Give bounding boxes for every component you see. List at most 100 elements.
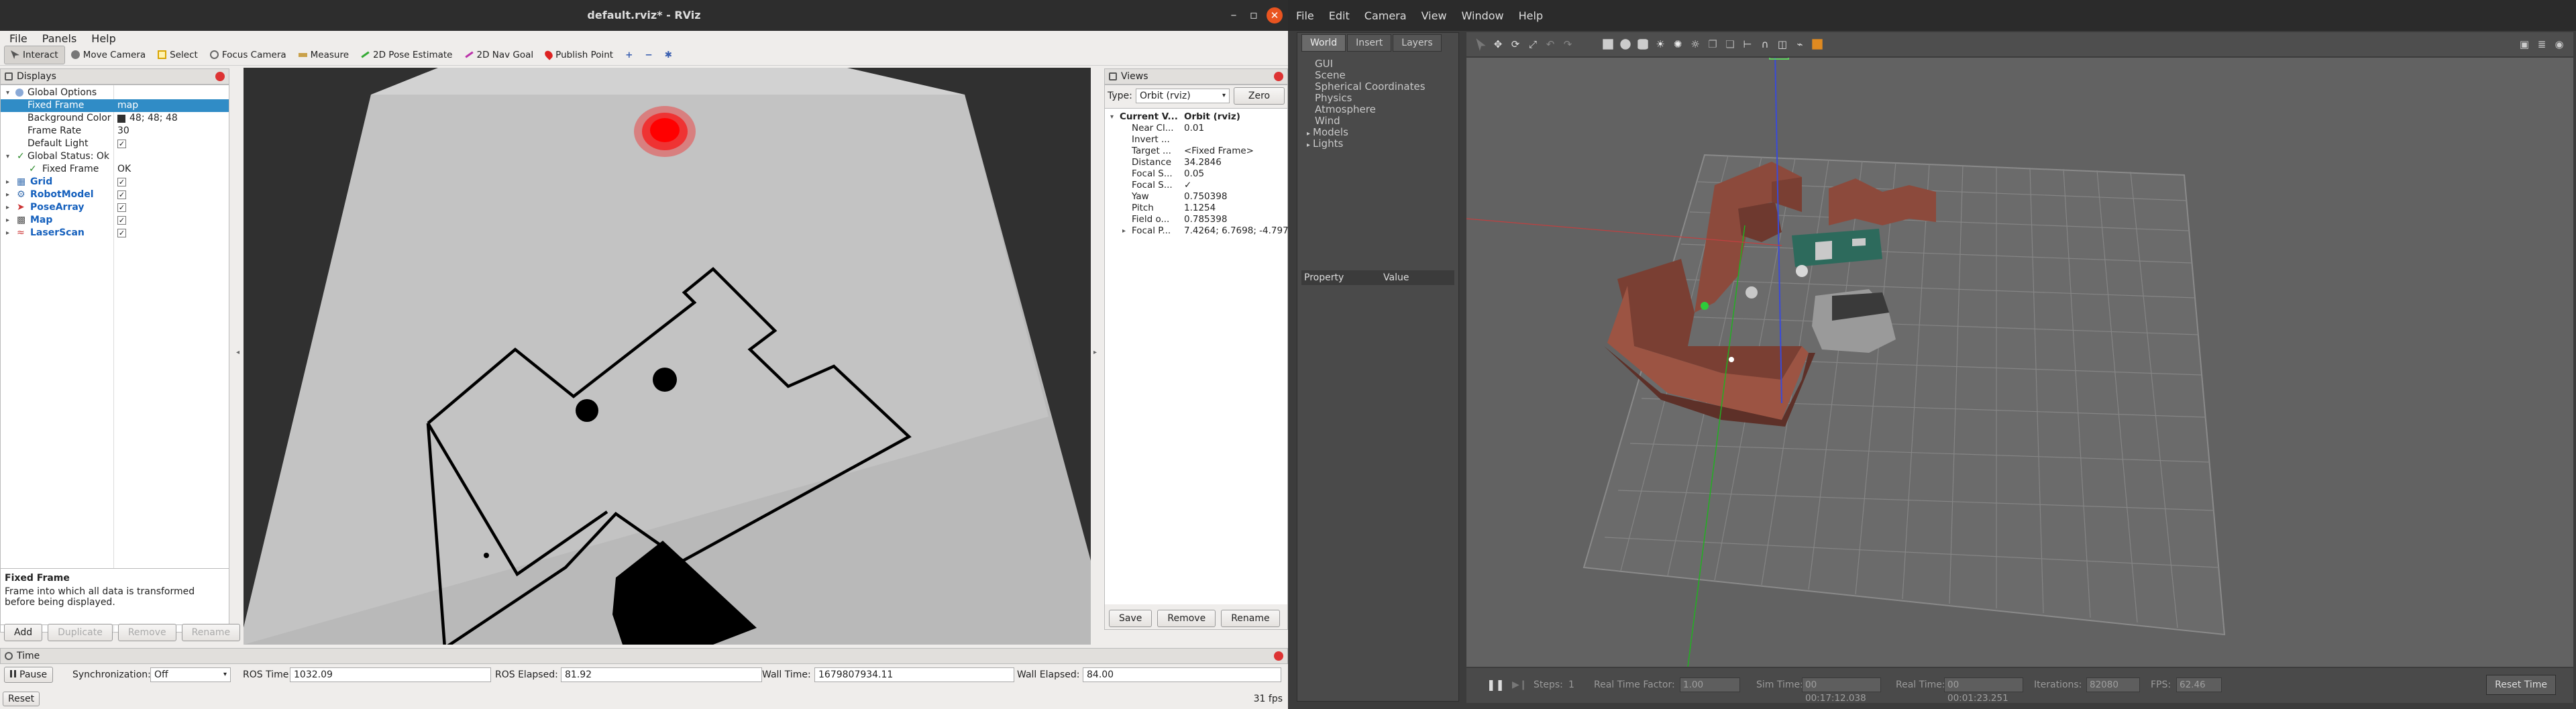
world-item-spherical-coordinates[interactable]: Spherical Coordinates [1307, 81, 1454, 93]
tool-focus-camera[interactable]: Focus Camera [204, 46, 292, 64]
expand-icon[interactable]: ▸ [6, 188, 9, 201]
tree-row-global-status[interactable]: ▾ ✓ Global Status: Ok [1, 150, 229, 163]
close-icon[interactable]: ✕ [1267, 7, 1283, 23]
displays-tree[interactable]: ▾ Global Options Fixed Frame map Backgroun… [0, 85, 229, 633]
reset-time-button[interactable]: Reset Time [2486, 675, 2556, 695]
view-row-field-of-view[interactable]: Field o... 0.785398 [1105, 214, 1287, 225]
gazebo-3d-scene[interactable] [1466, 58, 2573, 667]
world-tree[interactable]: GUI Scene Spherical Coordinates Physics … [1307, 58, 1454, 150]
view-row-focal-point[interactable]: ▸ Focal P... 7.4264; 6.7698; -4.797 [1105, 225, 1289, 237]
tree-row-robotmodel[interactable]: ▸ ⚙ RobotModel ✓ [1, 188, 229, 201]
tool-settings-icon[interactable]: ✱ [659, 46, 678, 64]
render-view[interactable] [244, 68, 1091, 645]
point-light-icon[interactable]: ✺ [1670, 37, 1685, 52]
checkbox[interactable]: ✓ [117, 190, 126, 199]
spot-light-icon[interactable]: ☼ [1688, 37, 1703, 52]
gz-menu-camera[interactable]: Camera [1364, 9, 1407, 22]
close-panel-icon[interactable] [1274, 72, 1283, 81]
reset-button[interactable]: Reset [3, 692, 40, 706]
expand-icon[interactable]: ▸ [6, 227, 9, 239]
rename-button[interactable]: Rename [181, 624, 241, 641]
box-shape-icon[interactable] [1603, 39, 1613, 50]
tree-row-background-color[interactable]: Background Color 48; 48; 48 [1, 112, 229, 125]
screenshot-icon[interactable]: ▣ [2517, 37, 2532, 52]
tree-row-fixed-frame-status[interactable]: ✓ Fixed Frame OK [1, 163, 229, 176]
zero-button[interactable]: Zero [1234, 87, 1285, 105]
view-row-near-clip[interactable]: Near Cl... 0.01 [1105, 123, 1287, 134]
color-swatch[interactable] [117, 115, 125, 123]
tree-row-grid[interactable]: ▸ ▦ Grid ✓ [1, 176, 229, 188]
wall-time-field[interactable]: 1679807934.11 [814, 667, 1014, 682]
tool-2d-nav-goal[interactable]: 2D Nav Goal [459, 46, 540, 64]
close-panel-icon[interactable] [215, 72, 225, 81]
checkbox[interactable]: ✓ [117, 140, 126, 148]
tree-row-map[interactable]: ▸ ▩ Map ✓ [1, 214, 229, 227]
video-record-icon[interactable]: ◉ [2552, 37, 2567, 52]
remove-view-button[interactable]: Remove [1157, 610, 1216, 627]
step-icon[interactable]: ▶❙ [1512, 677, 1527, 692]
tool-select[interactable]: Select [152, 46, 204, 64]
remove-tool-button[interactable]: − [639, 46, 658, 64]
tree-row-laserscan[interactable]: ▸ ≈ LaserScan ✓ [1, 227, 229, 239]
expand-icon[interactable]: ▾ [6, 150, 9, 163]
expand-icon[interactable]: ▸ [1122, 225, 1126, 237]
expand-icon[interactable]: ▸ [6, 176, 9, 188]
scale-mode-icon[interactable]: ⤢ [1525, 37, 1540, 52]
orange-record-icon[interactable] [1812, 39, 1823, 50]
sun-light-icon[interactable]: ☀ [1653, 37, 1668, 52]
view-row-pitch[interactable]: Pitch 1.1254 [1105, 203, 1287, 214]
expand-icon[interactable]: ▸ [1307, 142, 1310, 149]
expand-icon[interactable]: ▾ [6, 87, 9, 99]
plot-icon[interactable]: ⌁ [1792, 37, 1807, 52]
gz-menu-help[interactable]: Help [1519, 9, 1543, 22]
remove-button[interactable]: Remove [117, 624, 176, 641]
tab-world[interactable]: World [1301, 34, 1346, 52]
snap-icon[interactable]: ∩ [1758, 37, 1772, 52]
sync-select[interactable]: Off ▾ [150, 667, 231, 682]
gz-menu-view[interactable]: View [1421, 9, 1447, 22]
translate-mode-icon[interactable]: ✥ [1491, 37, 1505, 52]
sphere-shape-icon[interactable] [1620, 39, 1631, 50]
expand-icon[interactable]: ▸ [1307, 130, 1310, 138]
view-type-select[interactable]: Orbit (rviz) ▾ [1136, 89, 1230, 103]
gz-menu-file[interactable]: File [1296, 9, 1314, 22]
tool-move-camera[interactable]: Move Camera [65, 46, 152, 64]
view-row-current[interactable]: ▾ Current V... Orbit (rviz) [1105, 111, 1287, 123]
collapse-left-icon[interactable]: ◂ [236, 349, 241, 356]
change-view-icon[interactable]: ◫ [1775, 37, 1790, 52]
view-row-invert[interactable]: Invert ... [1105, 134, 1287, 146]
tree-row-fixed-frame[interactable]: Fixed Frame map [1, 99, 229, 112]
tool-publish-point[interactable]: Publish Point [539, 46, 619, 64]
expand-icon[interactable]: ▸ [6, 201, 9, 214]
checkbox[interactable]: ✓ [117, 203, 126, 212]
expand-icon[interactable]: ▸ [6, 214, 9, 227]
add-button[interactable]: Add [4, 624, 43, 641]
pause-icon[interactable]: ❚❚ [1487, 677, 1505, 692]
tree-row-posearray[interactable]: ▸ ➤ PoseArray ✓ [1, 201, 229, 214]
copy-icon[interactable]: ❐ [1705, 37, 1720, 52]
tool-interact[interactable]: Interact [4, 45, 65, 64]
world-item-atmosphere[interactable]: Atmosphere [1307, 104, 1454, 115]
ros-elapsed-field[interactable]: 81.92 [561, 667, 762, 682]
tree-row-global-options[interactable]: ▾ Global Options [1, 87, 229, 99]
wall-elapsed-field[interactable]: 84.00 [1083, 667, 1281, 682]
minimize-icon[interactable]: – [1225, 7, 1242, 24]
world-item-lights[interactable]: ▸ Lights [1307, 138, 1454, 150]
view-row-distance[interactable]: Distance 34.2846 [1105, 157, 1287, 168]
tab-layers[interactable]: Layers [1393, 34, 1442, 52]
log-icon[interactable]: ≣ [2534, 37, 2549, 52]
tool-2d-pose-estimate[interactable]: 2D Pose Estimate [355, 46, 458, 64]
close-panel-icon[interactable] [1274, 651, 1283, 661]
checkbox[interactable]: ✓ [117, 178, 126, 186]
pause-button[interactable]: Pause [4, 667, 54, 683]
expand-icon[interactable]: ▾ [1110, 111, 1114, 123]
save-button[interactable]: Save [1109, 610, 1152, 627]
steps-value[interactable]: 1 [1568, 677, 1574, 692]
world-item-scene[interactable]: Scene [1307, 70, 1454, 81]
add-tool-button[interactable]: + [619, 46, 639, 64]
checkbox[interactable]: ✓ [117, 229, 126, 237]
view-row-target[interactable]: Target ... <Fixed Frame> [1105, 146, 1287, 157]
align-icon[interactable]: ⊢ [1740, 37, 1755, 52]
collapse-right-icon[interactable]: ▸ [1093, 349, 1099, 356]
paste-icon[interactable]: ❏ [1723, 37, 1737, 52]
